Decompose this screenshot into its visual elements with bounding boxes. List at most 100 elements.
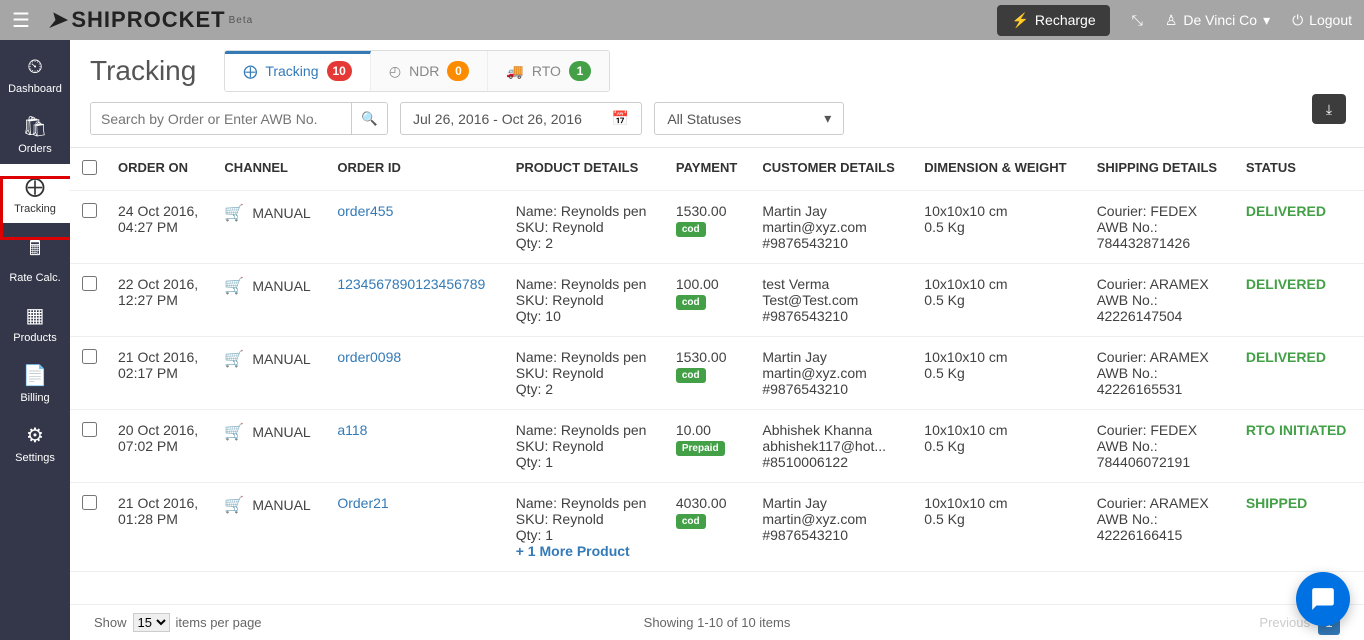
main: Tracking ⨁ Tracking 10 ◴ NDR 0 🚚 RTO 1 ⤓ bbox=[70, 40, 1364, 640]
order-id-link[interactable]: a118 bbox=[337, 422, 367, 438]
status-filter[interactable]: All Statuses ▾ bbox=[654, 102, 844, 135]
row-checkbox[interactable] bbox=[82, 495, 97, 510]
more-products-link[interactable]: + 1 More Product bbox=[516, 543, 656, 559]
tab-label: Tracking bbox=[265, 63, 318, 79]
cell-status: RTO INITIATED bbox=[1236, 410, 1364, 483]
col-product: PRODUCT DETAILS bbox=[506, 148, 666, 191]
cell-payment: 4030.00cod bbox=[666, 483, 752, 572]
cell-dim: 10x10x10 cm0.5 Kg bbox=[914, 191, 1086, 264]
cart-icon: 🛒 bbox=[224, 203, 244, 223]
cell-payment: 10.00Prepaid bbox=[666, 410, 752, 483]
tab-box: ⨁ Tracking 10 ◴ NDR 0 🚚 RTO 1 bbox=[224, 50, 610, 92]
nav-orders[interactable]: 🛍 Orders bbox=[0, 104, 70, 164]
cell-channel: 🛒MANUAL bbox=[214, 191, 327, 264]
recharge-button[interactable]: ⚡ Recharge bbox=[997, 5, 1109, 36]
nav-label: Settings bbox=[15, 452, 55, 464]
payment-badge: cod bbox=[676, 222, 706, 237]
search-input[interactable] bbox=[91, 103, 351, 134]
page-head: Tracking ⨁ Tracking 10 ◴ NDR 0 🚚 RTO 1 bbox=[70, 40, 1364, 98]
col-payment: PAYMENT bbox=[666, 148, 752, 191]
menu-toggle-icon[interactable]: ☰ bbox=[12, 8, 30, 33]
document-icon: 📄 bbox=[2, 363, 68, 388]
search-group: 🔍 bbox=[90, 102, 388, 135]
caret-down-icon: ▾ bbox=[1263, 12, 1270, 29]
fullscreen-button[interactable]: ⤡ bbox=[1132, 12, 1143, 29]
nav-label: Rate Calc. bbox=[9, 272, 60, 284]
logo[interactable]: ➤ SHIPROCKET Beta bbox=[48, 7, 253, 33]
user-menu[interactable]: ♙ De Vinci Co ▾ bbox=[1165, 12, 1270, 29]
nav-dashboard[interactable]: ⏲Dashboard bbox=[0, 46, 70, 104]
date-range-picker[interactable]: Jul 26, 2016 - Oct 26, 2016 📅 bbox=[400, 102, 642, 135]
cell-product: Name: Reynolds penSKU: ReynoldQty: 2 bbox=[506, 191, 666, 264]
download-button[interactable]: ⤓ bbox=[1312, 94, 1346, 124]
table-wrap: ORDER ON CHANNEL ORDER ID PRODUCT DETAIL… bbox=[70, 147, 1364, 572]
nav-rate-calc[interactable]: 🖩 Rate Calc. bbox=[0, 224, 70, 293]
select-all-checkbox[interactable] bbox=[82, 160, 97, 175]
table-row: 24 Oct 2016,04:27 PM 🛒MANUAL order455 Na… bbox=[70, 191, 1364, 264]
order-id-link[interactable]: order0098 bbox=[337, 349, 401, 365]
rocket-icon: ➤ bbox=[48, 7, 67, 33]
nav-billing[interactable]: 📄 Billing bbox=[0, 353, 70, 413]
search-icon: 🔍 bbox=[361, 111, 378, 126]
bolt-icon: ⚡ bbox=[1011, 12, 1028, 29]
tab-label: RTO bbox=[532, 63, 561, 79]
cell-customer: Martin Jaymartin@xyz.com#9876543210 bbox=[752, 337, 914, 410]
nav-products[interactable]: ▦Products bbox=[0, 293, 70, 353]
nav-label: Billing bbox=[20, 392, 49, 404]
order-id-link[interactable]: Order21 bbox=[337, 495, 388, 511]
order-id-link[interactable]: 1234567890123456789 bbox=[337, 276, 485, 292]
tab-ndr[interactable]: ◴ NDR 0 bbox=[371, 51, 489, 91]
grid-icon: ▦ bbox=[2, 303, 68, 328]
per-page-select[interactable]: 15 bbox=[133, 613, 170, 632]
nav-settings[interactable]: ⚙Settings bbox=[0, 413, 70, 473]
row-checkbox[interactable] bbox=[82, 349, 97, 364]
cell-order-on: 21 Oct 2016,01:28 PM bbox=[108, 483, 214, 572]
cell-order-id: a118 bbox=[327, 410, 505, 483]
order-id-link[interactable]: order455 bbox=[337, 203, 393, 219]
clock-icon: ◴ bbox=[389, 63, 401, 80]
cell-order-on: 24 Oct 2016,04:27 PM bbox=[108, 191, 214, 264]
page-title: Tracking bbox=[90, 55, 196, 87]
search-button[interactable]: 🔍 bbox=[351, 103, 387, 134]
payment-badge: Prepaid bbox=[676, 441, 725, 456]
cell-customer: Abhishek Khannaabhishek117@hot...#851000… bbox=[752, 410, 914, 483]
recharge-label: Recharge bbox=[1035, 12, 1096, 28]
calculator-icon: 🖩 bbox=[2, 234, 68, 268]
cell-customer: test VermaTest@Test.com#9876543210 bbox=[752, 264, 914, 337]
cell-order-on: 21 Oct 2016,02:17 PM bbox=[108, 337, 214, 410]
tracking-table: ORDER ON CHANNEL ORDER ID PRODUCT DETAIL… bbox=[70, 148, 1364, 572]
nav-tracking[interactable]: ⨁Tracking bbox=[0, 164, 70, 224]
cell-dim: 10x10x10 cm0.5 Kg bbox=[914, 410, 1086, 483]
tab-label: NDR bbox=[409, 63, 439, 79]
status-filter-value: All Statuses bbox=[667, 111, 741, 127]
cell-status: DELIVERED bbox=[1236, 264, 1364, 337]
logo-beta: Beta bbox=[229, 15, 254, 26]
cell-status: SHIPPED bbox=[1236, 483, 1364, 572]
logout-button[interactable]: ⏻ Logout bbox=[1292, 12, 1352, 29]
showing-text: Showing 1-10 of 10 items bbox=[644, 615, 791, 630]
cell-product: Name: Reynolds penSKU: ReynoldQty: 10 bbox=[506, 264, 666, 337]
cell-order-on: 20 Oct 2016,07:02 PM bbox=[108, 410, 214, 483]
row-checkbox[interactable] bbox=[82, 203, 97, 218]
table-row: 21 Oct 2016,01:28 PM 🛒MANUAL Order21 Nam… bbox=[70, 483, 1364, 572]
nav-label: Orders bbox=[18, 143, 52, 155]
cell-dim: 10x10x10 cm0.5 Kg bbox=[914, 337, 1086, 410]
row-checkbox[interactable] bbox=[82, 422, 97, 437]
tab-tracking[interactable]: ⨁ Tracking 10 bbox=[225, 51, 371, 91]
cell-payment: 1530.00cod bbox=[666, 337, 752, 410]
cell-order-id: order0098 bbox=[327, 337, 505, 410]
cell-channel: 🛒MANUAL bbox=[214, 264, 327, 337]
cell-order-id: Order21 bbox=[327, 483, 505, 572]
col-order-id: ORDER ID bbox=[327, 148, 505, 191]
tab-count: 0 bbox=[447, 61, 469, 81]
side-nav: ⏲Dashboard 🛍 Orders ⨁Tracking 🖩 Rate Calc.… bbox=[0, 40, 70, 640]
tab-rto[interactable]: 🚚 RTO 1 bbox=[488, 51, 608, 91]
row-checkbox[interactable] bbox=[82, 276, 97, 291]
topbar: ☰ ➤ SHIPROCKET Beta ⚡ Recharge ⤡ ♙ De Vi… bbox=[0, 0, 1364, 40]
bag-icon: 🛍 bbox=[2, 114, 68, 139]
chat-widget[interactable] bbox=[1296, 572, 1350, 626]
logout-label: Logout bbox=[1309, 12, 1352, 28]
cell-status: DELIVERED bbox=[1236, 191, 1364, 264]
cell-shipping: Courier: FEDEXAWB No.:784432871426 bbox=[1087, 191, 1236, 264]
date-range-value: Jul 26, 2016 - Oct 26, 2016 bbox=[413, 111, 582, 127]
